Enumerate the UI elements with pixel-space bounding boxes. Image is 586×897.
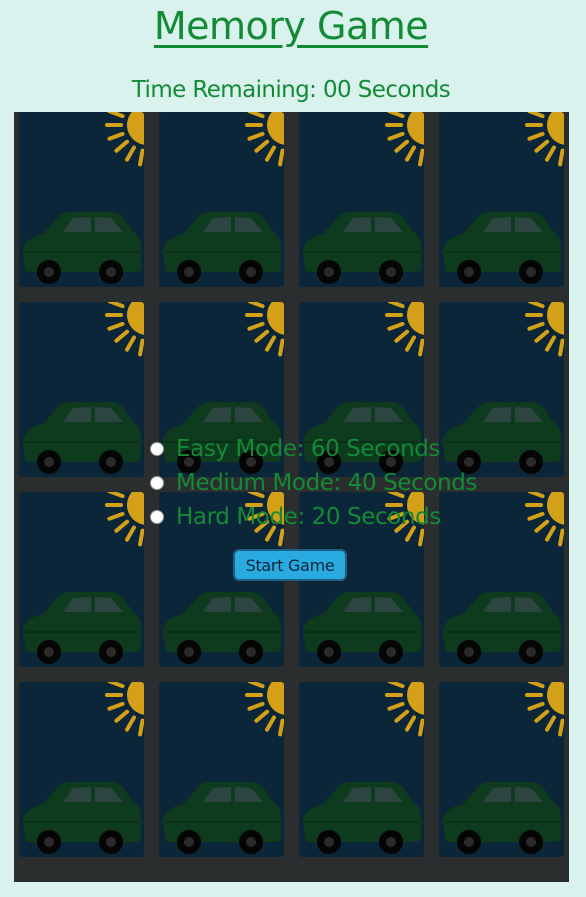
easy-mode-radio[interactable] — [150, 442, 164, 456]
easy-mode-option[interactable]: Easy Mode: 60 Seconds — [150, 434, 440, 464]
start-game-button[interactable]: Start Game — [233, 549, 347, 581]
hard-mode-radio[interactable] — [150, 510, 164, 524]
memory-game-page: Memory Game Time Remaining: 00 Seconds E… — [0, 0, 586, 897]
hard-mode-label: Hard Mode: 20 Seconds — [176, 504, 441, 530]
hard-mode-option[interactable]: Hard Mode: 20 Seconds — [150, 502, 441, 532]
medium-mode-label: Medium Mode: 40 Seconds — [176, 470, 478, 496]
medium-mode-radio[interactable] — [150, 476, 164, 490]
medium-mode-option[interactable]: Medium Mode: 40 Seconds — [150, 468, 477, 498]
mode-selection-panel: Easy Mode: 60 Seconds Medium Mode: 40 Se… — [0, 0, 586, 897]
easy-mode-label: Easy Mode: 60 Seconds — [176, 436, 441, 462]
